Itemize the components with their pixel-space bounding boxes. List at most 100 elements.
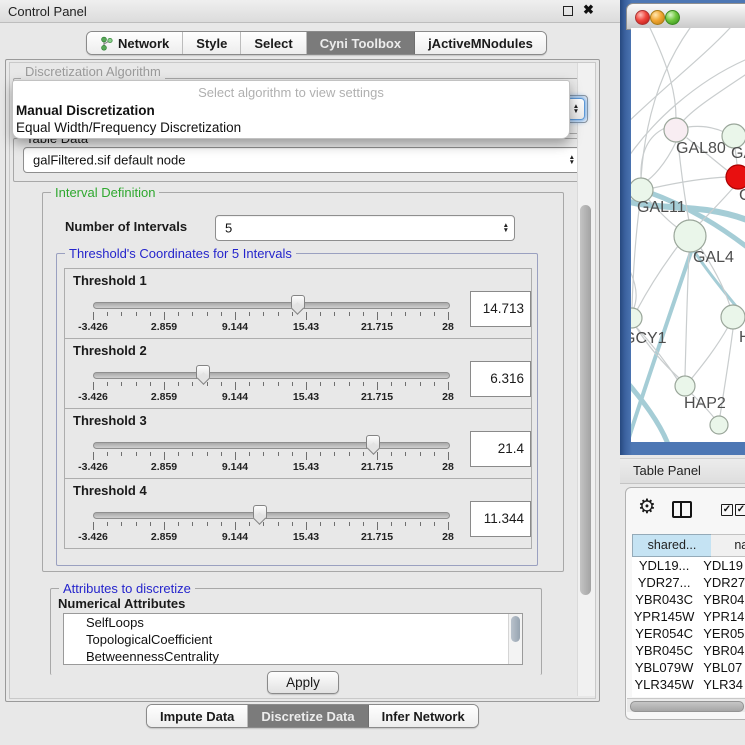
table-data-combo[interactable]: galFiltered.sif default node ▲▼ [23, 147, 581, 173]
network-canvas[interactable]: GAL80GACGAL11GAL4GCY1HHAP2 [631, 28, 745, 442]
tab-label: Discretize Data [261, 709, 354, 724]
slider-tick-labels: -3.4262.8599.14415.4321.71528 [65, 391, 531, 405]
num-intervals-value: 5 [225, 221, 232, 236]
threshold-slider-track[interactable] [93, 442, 450, 449]
slider-thumb[interactable] [196, 365, 210, 379]
column-header-name[interactable]: name [711, 534, 745, 557]
network-window-titlebar[interactable] [626, 3, 745, 30]
list-item[interactable]: SelfLoops [64, 614, 522, 631]
table-rows: YDL19...YDL19YDR27...YDR27YBR043CYBR04YP… [632, 557, 745, 697]
threshold-row-2: Threshold 2 -3.4262.8599.14415.4321.7152… [64, 338, 532, 409]
tab-network[interactable]: Network [87, 32, 183, 54]
column-header-shared-name[interactable]: shared... [632, 534, 712, 557]
network-edge [692, 327, 728, 378]
network-node[interactable] [710, 416, 728, 434]
tab-style[interactable]: Style [183, 32, 241, 54]
table-panel-body: ⚙ ✓ ✓ shared... name YDL19...YDL19YDR27.… [625, 487, 745, 720]
num-intervals-combo[interactable]: 5 ▲▼ [215, 215, 515, 241]
close-icon[interactable]: ✖ [583, 2, 594, 18]
slider-thumb[interactable] [366, 435, 380, 449]
threshold-value-field[interactable]: 6.316 [470, 361, 531, 397]
combo-stepper-icon[interactable]: ▲▼ [503, 223, 509, 233]
control-panel-titlebar: Control Panel ✖ [0, 0, 620, 23]
tab-discretize-data[interactable]: Discretize Data [248, 705, 368, 727]
table-row[interactable]: YBR043CYBR04 [632, 591, 745, 608]
attributes-group-label: Attributes to discretize [59, 581, 195, 596]
tab-label: jActiveMNodules [428, 36, 533, 51]
threshold-slider-track[interactable] [93, 512, 450, 519]
threshold-value-field[interactable]: 14.713 [470, 291, 531, 327]
slider-thumb[interactable] [253, 505, 267, 519]
threshold-value-field[interactable]: 11.344 [470, 501, 531, 537]
tab-label: Style [196, 36, 227, 51]
slider-tick-labels: -3.4262.8599.14415.4321.71528 [65, 461, 531, 475]
network-edge [688, 126, 724, 132]
threshold-slider-track[interactable] [93, 372, 450, 379]
tab-jactivemnodules[interactable]: jActiveMNodules [415, 32, 546, 54]
tab-impute-data[interactable]: Impute Data [147, 705, 248, 727]
network-node-label: GAL4 [693, 249, 734, 266]
network-node-label: C [739, 187, 745, 204]
network-edge [631, 372, 668, 442]
tab-label: Select [254, 36, 292, 51]
checkbox-checked-icon[interactable]: ✓ [735, 504, 745, 516]
threshold-label: Threshold 2 [73, 343, 147, 358]
slider-ticks [65, 382, 531, 391]
threshold-label: Threshold 3 [73, 413, 147, 428]
thresholds-group: Threshold's Coordinates for 5 Intervals … [56, 253, 538, 566]
checkbox-checked-icon[interactable]: ✓ [721, 504, 733, 516]
table-data-group: Table Data galFiltered.sif default node … [13, 138, 590, 182]
dropdown-option-equal-width[interactable]: Equal Width/Frequency Discretization [13, 119, 569, 136]
threshold-value-field[interactable]: 21.4 [470, 431, 531, 467]
table-hscrollbar[interactable] [627, 698, 745, 712]
tab-select[interactable]: Select [241, 32, 306, 54]
network-node-label: GAL80 [676, 140, 726, 157]
table-row[interactable]: YDR27...YDR27 [632, 574, 745, 591]
network-node-gal4[interactable] [674, 220, 706, 252]
zoom-traffic-light[interactable] [665, 10, 680, 25]
list-item[interactable]: TopologicalCoefficient [64, 631, 522, 648]
network-node-label: GCY1 [631, 330, 667, 347]
float-window-icon[interactable] [563, 6, 573, 16]
tab-label: Infer Network [382, 709, 465, 724]
apply-button[interactable]: Apply [267, 671, 339, 694]
panel-scrollbar-thumb[interactable] [580, 205, 591, 595]
table-row[interactable]: YBL079WYBL07 [632, 659, 745, 676]
list-scrollbar-thumb[interactable] [511, 616, 520, 642]
table-data-combo-value: galFiltered.sif default node [33, 153, 185, 168]
combo-stepper-icon[interactable]: ▲▼ [569, 155, 575, 165]
interval-definition-label: Interval Definition [51, 185, 159, 200]
network-node-gal80[interactable] [664, 118, 688, 142]
list-item[interactable]: BetweennessCentrality [64, 648, 522, 665]
tab-cyni-toolbox[interactable]: Cyni Toolbox [307, 32, 415, 54]
table-panel-titlebar: Table Panel [620, 458, 745, 484]
slider-tick-labels: -3.4262.8599.14415.4321.71528 [65, 321, 531, 335]
slider-ticks [65, 522, 531, 531]
list-scrollbar[interactable] [508, 614, 522, 664]
network-node-gcy1[interactable] [631, 308, 642, 328]
threshold-slider-track[interactable] [93, 302, 450, 309]
dropdown-option-manual[interactable]: Manual Discretization [13, 102, 569, 119]
table-row[interactable]: YER054CYER05 [632, 625, 745, 642]
control-panel-title: Control Panel [8, 4, 87, 19]
network-node-c[interactable] [726, 165, 745, 189]
tab-label: Network [118, 36, 169, 51]
table-row[interactable]: YIL052CYIL05 [632, 693, 745, 697]
close-traffic-light[interactable] [635, 10, 650, 25]
table-row[interactable]: YLR345WYLR34 [632, 676, 745, 693]
slider-thumb[interactable] [291, 295, 305, 309]
network-edge [637, 246, 678, 310]
tab-infer-network[interactable]: Infer Network [369, 705, 478, 727]
minimize-traffic-light[interactable] [650, 10, 665, 25]
network-node-label: H [739, 329, 745, 346]
table-row[interactable]: YDL19...YDL19 [632, 557, 745, 574]
network-node-h[interactable] [721, 305, 745, 329]
split-columns-icon[interactable] [672, 501, 692, 518]
network-node-hap2[interactable] [675, 376, 695, 396]
bottom-tab-bar: Impute Data Discretize Data Infer Networ… [146, 704, 479, 728]
attributes-group: Attributes to discretize Numerical Attri… [50, 588, 542, 675]
gear-icon[interactable]: ⚙ [638, 497, 656, 517]
table-hscrollbar-thumb[interactable] [630, 701, 744, 712]
table-row[interactable]: YBR045CYBR04 [632, 642, 745, 659]
table-row[interactable]: YPR145WYPR14 [632, 608, 745, 625]
